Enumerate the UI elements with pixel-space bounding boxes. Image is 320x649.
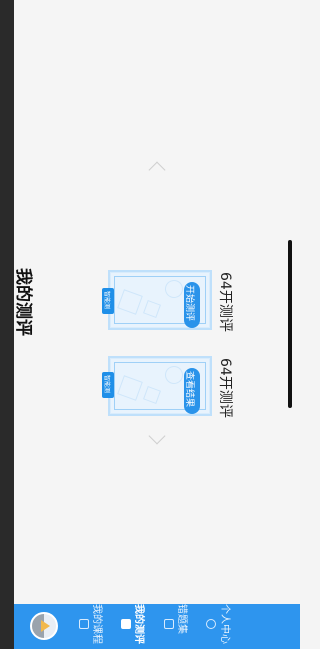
evaluation-tag-badge: 智能测 (102, 288, 114, 314)
evaluation-icon[interactable] (121, 619, 131, 629)
course-icon[interactable] (79, 619, 89, 629)
evaluation-name: 64开测评 (217, 358, 233, 418)
status-bar (0, 0, 14, 649)
evaluation-tag-label: 智能测 (103, 375, 110, 394)
home-indicator[interactable] (288, 240, 292, 408)
evaluation-tag-badge: 智能测 (102, 372, 114, 398)
view-result-button[interactable]: 查看结果 (184, 368, 200, 414)
view-result-label: 查看结果 (184, 371, 194, 408)
evaluation-tag-label: 智能测 (103, 291, 110, 310)
start-evaluation-button[interactable]: 开始测评 (184, 282, 200, 328)
app-screen: 我的测评 智能测 开始测评 64开测评 智能测 查看结果 64开测评 我的课程 … (0, 0, 300, 649)
tab-mistakes[interactable]: 错题集 (176, 604, 191, 634)
play-icon (41, 620, 50, 632)
scroll-up-chevron-icon[interactable] (148, 161, 166, 179)
page-title: 我的测评 (13, 268, 33, 336)
tab-my-courses[interactable]: 我的课程 (91, 604, 106, 644)
tab-profile[interactable]: 个人中心 (219, 604, 234, 644)
mistakes-icon[interactable] (164, 619, 174, 629)
avatar[interactable] (30, 612, 58, 640)
scroll-down-chevron-icon[interactable] (148, 427, 166, 445)
evaluation-name: 64开测评 (217, 272, 233, 332)
profile-icon[interactable] (206, 619, 216, 629)
start-evaluation-label: 开始测评 (184, 285, 194, 322)
tab-my-evaluations[interactable]: 我的测评 (133, 604, 148, 644)
